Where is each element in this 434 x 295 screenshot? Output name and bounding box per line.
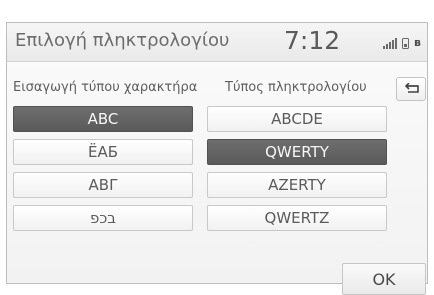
back-button[interactable] xyxy=(396,77,426,101)
char-type-option[interactable]: ËAБ xyxy=(13,139,193,165)
phone-icon xyxy=(402,38,410,49)
char-type-option[interactable]: בכפ xyxy=(13,205,193,231)
keyboard-type-heading: Τύπος πληκτρολογίου xyxy=(225,80,367,95)
character-type-heading: Εισαγωγή τύπου χαρακτήρα xyxy=(13,80,198,95)
keyboard-selection-screen: Επιλογή πληκτρολογίου 7:12 ʙ Εισαγωγή τύ… xyxy=(6,22,428,295)
keyboard-type-option[interactable]: AZERTY xyxy=(207,172,387,198)
keyboard-type-option[interactable]: QWERTY xyxy=(207,139,387,165)
char-type-option[interactable]: ABC xyxy=(13,106,193,132)
bluetooth-icon: ʙ xyxy=(414,36,421,49)
page-title: Επιλογή πληκτρολογίου xyxy=(15,30,230,51)
keyboard-type-option[interactable]: QWERTZ xyxy=(207,205,387,231)
keyboard-type-option[interactable]: ABCDE xyxy=(207,106,387,132)
signal-icon xyxy=(383,37,398,49)
ok-button[interactable]: OK xyxy=(342,263,426,295)
back-arrow-icon xyxy=(404,83,419,93)
title-bar: Επιλογή πληκτρολογίου 7:12 ʙ xyxy=(7,23,427,62)
char-type-option[interactable]: ABΓ xyxy=(13,172,193,198)
clock: 7:12 xyxy=(284,26,341,55)
status-icons: ʙ xyxy=(383,35,421,49)
